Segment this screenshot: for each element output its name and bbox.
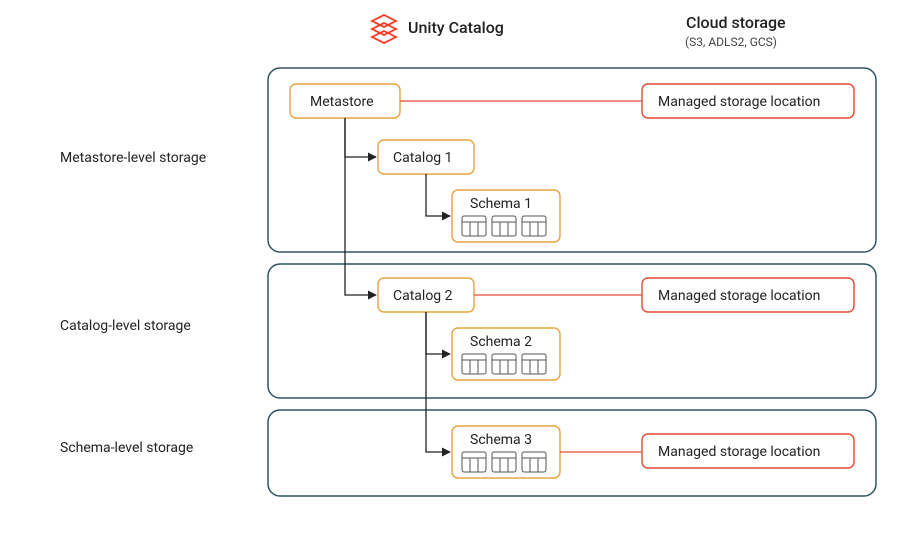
databricks-logo-icon [372,15,396,43]
brand-title: Unity Catalog [408,18,504,37]
managed-storage-metastore-label: Managed storage location [658,94,820,110]
node-catalog2-label: Catalog 2 [393,288,453,304]
node-schema3-label: Schema 3 [470,432,532,448]
node-metastore: Metastore [290,84,400,118]
link-catalog2-schema2 [426,312,450,354]
node-catalog1-label: Catalog 1 [393,150,453,166]
managed-storage-schema: Managed storage location [642,434,854,468]
level-label-metastore: Metastore-level storage [60,150,206,166]
link-catalog2-schema3 [426,312,450,452]
node-schema1-label: Schema 1 [470,196,532,212]
managed-storage-catalog-label: Managed storage location [658,288,820,304]
level-label-schema: Schema-level storage [60,440,193,456]
node-catalog1: Catalog 1 [378,140,474,174]
header: Unity Catalog Cloud storage (S3, ADLS2, … [372,13,786,49]
cloud-title: Cloud storage [686,13,786,32]
level-label-catalog: Catalog-level storage [60,318,191,334]
node-schema1: Schema 1 [452,190,560,242]
node-catalog2: Catalog 2 [378,278,474,312]
managed-storage-schema-label: Managed storage location [658,444,820,460]
managed-storage-metastore: Managed storage location [642,84,854,118]
link-metastore-catalog1 [345,118,376,157]
node-metastore-label: Metastore [310,94,374,110]
node-schema3: Schema 3 [452,426,560,478]
managed-storage-catalog: Managed storage location [642,278,854,312]
link-metastore-catalog2 [345,118,376,295]
node-schema2: Schema 2 [452,328,560,380]
cloud-subtitle: (S3, ADLS2, GCS) [685,35,777,49]
node-schema2-label: Schema 2 [470,334,532,350]
link-catalog1-schema1 [426,174,450,216]
